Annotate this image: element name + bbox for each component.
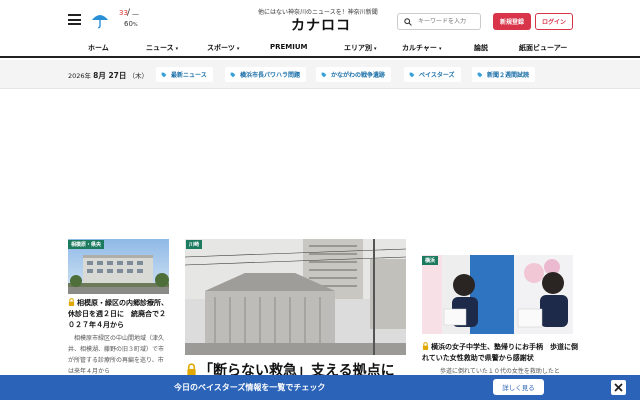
main-nav: ホーム ニュース ▾ スポーツ ▾ PREMIUM エリア別 ▾ カルチャー ▾ 論説 … (0, 40, 640, 58)
search-box[interactable] (397, 13, 481, 30)
category-badge: 川崎 (186, 240, 203, 249)
card-left-summary: 相模原市緑区の中山間地域（津久井、相模湖、藤野の旧３町域）で市が所管する診療所の… (68, 335, 165, 375)
tag-latest-news[interactable]: 最新ニュース (156, 67, 213, 82)
card-right-title[interactable]: 横浜の女子中学生、塾帰りにお手柄 歩道に倒れていた女性救助で県警から感謝状 (422, 342, 582, 364)
temp-low: — (132, 10, 139, 18)
ad-space (0, 90, 640, 235)
search-input[interactable] (418, 18, 478, 25)
tag-trial-subscription[interactable]: 新聞２週間試読 (472, 67, 536, 82)
nav-item-sports[interactable]: スポーツ ▾ (207, 43, 239, 53)
close-button[interactable] (611, 380, 626, 395)
login-button[interactable]: ログイン (535, 13, 573, 30)
current-date: 2026年 8月 27日 （木） (68, 71, 148, 80)
tag-war-ruins[interactable]: かながわの戦争遺跡 (316, 67, 392, 82)
chevron-down-icon: ▾ (374, 46, 377, 52)
tag-icon (409, 72, 415, 77)
register-button[interactable]: 新規登録 (493, 13, 531, 30)
nav-item-culture[interactable]: カルチャー ▾ (402, 43, 441, 53)
tag-baystars[interactable]: ベイスターズ (404, 67, 461, 82)
site-header: 33 / — 60% 他にはない神奈川のニュースを！神奈川新聞 カナロコ 新規登… (0, 0, 640, 40)
umbrella-icon (92, 15, 108, 29)
topic-bar: 2026年 8月 27日 （木） 最新ニュース 横浜市長パワハラ問題 かながわの… (0, 60, 640, 89)
tag-yokohama-mayor[interactable]: 横浜市長パワハラ問題 (225, 67, 306, 82)
lock-icon (68, 298, 75, 306)
nav-item-news[interactable]: ニュース ▾ (146, 43, 178, 53)
card-right-image[interactable] (422, 255, 573, 334)
card-center-image[interactable] (185, 239, 406, 355)
nav-item-premium[interactable]: PREMIUM (270, 43, 308, 51)
promo-details-button[interactable]: 詳しく見る (493, 379, 544, 395)
chevron-down-icon: ▾ (438, 46, 442, 52)
menu-icon[interactable] (68, 14, 81, 25)
close-icon[interactable] (614, 383, 623, 392)
card-left-title[interactable]: 相模原・緑区の内郷診療所、休診日を週２日に 統廃合で２０２７年４月から (68, 298, 169, 331)
search-icon[interactable] (404, 17, 412, 26)
tag-icon (230, 72, 236, 77)
promo-banner: 今日のベイスターズ情報を一覧でチェック 詳しく見る (0, 375, 640, 400)
nav-item-editorial[interactable]: 論説 (474, 43, 488, 53)
tag-icon (477, 72, 483, 77)
rain-probability: 60% (124, 20, 138, 28)
nav-item-home[interactable]: ホーム (88, 43, 109, 53)
nav-item-viewer[interactable]: 紙面ビューアー (519, 43, 567, 53)
chevron-down-icon: ▾ (236, 46, 240, 52)
temp-separator: / (127, 8, 131, 18)
category-badge: 横浜 (422, 256, 439, 265)
tag-icon (321, 72, 327, 77)
chevron-down-icon: ▾ (175, 46, 179, 52)
category-badge: 相模原・県央 (68, 240, 105, 249)
promo-banner-text: 今日のベイスターズ情報を一覧でチェック (174, 383, 326, 392)
nav-item-area[interactable]: エリア別 ▾ (344, 43, 377, 53)
tag-icon (161, 72, 167, 77)
lock-icon (422, 342, 429, 350)
site-logo[interactable]: カナロコ (291, 15, 351, 35)
